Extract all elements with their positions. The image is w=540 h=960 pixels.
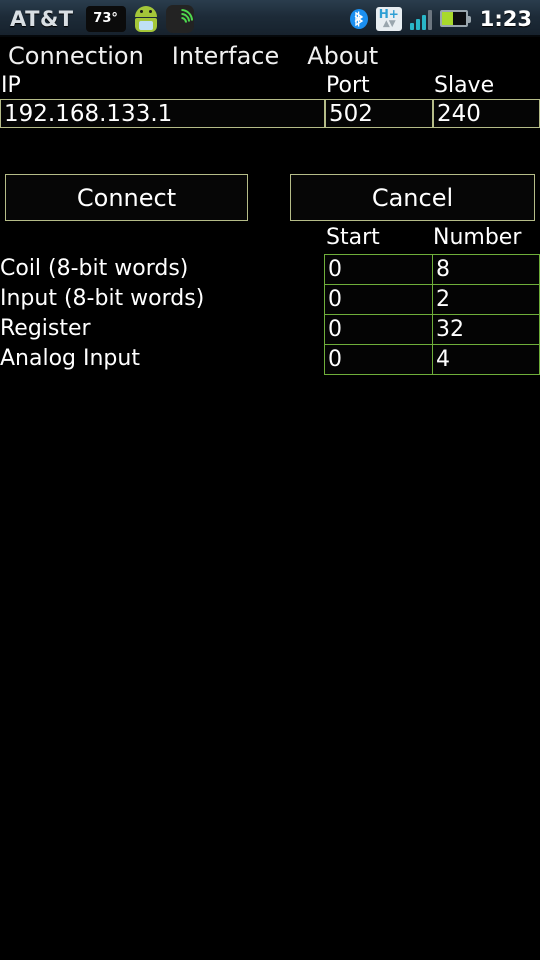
android-eye-right: [148, 9, 152, 13]
column-header-number: Number: [433, 225, 522, 250]
status-bar-right: H+ ▲▼ 1:23: [349, 6, 532, 32]
table-row: Register: [0, 314, 540, 345]
battery-icon: [439, 10, 471, 27]
input-number-input[interactable]: [432, 284, 540, 315]
signal-bar-3: [421, 14, 426, 30]
android-shirt: [138, 20, 153, 30]
register-start-input[interactable]: [324, 314, 433, 345]
bluetooth-icon: [349, 6, 368, 32]
tab-interface[interactable]: Interface: [158, 42, 293, 70]
coil-number-input[interactable]: [432, 254, 540, 285]
row-label-coil: Coil (8-bit words): [0, 256, 189, 281]
table-row: Coil (8-bit words): [0, 254, 540, 285]
tab-bar: Connection Interface About: [0, 37, 540, 75]
carrier-label: AT&T: [10, 6, 74, 31]
network-activity-arrows: ▲▼: [382, 18, 396, 29]
registers-table-header: Start Number: [0, 227, 540, 254]
clock-label: 1:23: [479, 6, 532, 31]
tab-about[interactable]: About: [293, 42, 392, 70]
battery-level-fill: [441, 12, 453, 25]
table-row: Input (8-bit words): [0, 284, 540, 315]
port-label: Port: [326, 73, 370, 98]
register-number-input[interactable]: [432, 314, 540, 345]
registers-table-body: Coil (8-bit words) Input (8-bit words) R…: [0, 254, 540, 375]
spotify-icon: [165, 4, 194, 33]
ip-label: IP: [1, 73, 21, 98]
cancel-button[interactable]: Cancel: [290, 174, 535, 221]
analog-input-start-input[interactable]: [324, 344, 433, 375]
android-eye-left: [139, 9, 143, 13]
table-row: Analog Input: [0, 344, 540, 375]
port-input[interactable]: [325, 99, 433, 128]
android-head: [134, 5, 157, 17]
network-type-label: H+: [378, 6, 399, 21]
slave-label: Slave: [434, 73, 495, 98]
ip-input[interactable]: [0, 99, 325, 128]
weather-temperature-label: 73°: [93, 11, 118, 26]
status-bar: AT&T 73° H+ ▲▼ 1:23: [0, 0, 540, 37]
input-start-input[interactable]: [324, 284, 433, 315]
row-label-analog-input: Analog Input: [0, 346, 140, 371]
app-content: Connection Interface About IP Port Slave…: [0, 37, 540, 960]
row-label-register: Register: [0, 316, 91, 341]
signal-bar-2: [415, 18, 420, 30]
android-robot-icon: [133, 5, 159, 33]
row-label-input: Input (8-bit words): [0, 286, 205, 311]
signal-bar-4: [427, 9, 432, 30]
connect-button[interactable]: Connect: [5, 174, 248, 221]
signal-bar-1: [409, 22, 414, 30]
weather-temperature-widget: 73°: [85, 5, 126, 32]
tab-connection[interactable]: Connection: [0, 42, 158, 70]
slave-input[interactable]: [433, 99, 540, 128]
network-type-icon: H+ ▲▼: [375, 6, 402, 31]
coil-start-input[interactable]: [324, 254, 433, 285]
column-header-start: Start: [326, 225, 380, 250]
status-bar-left: AT&T 73°: [10, 4, 194, 33]
signal-strength-icon: [409, 8, 432, 30]
connection-fields: IP Port Slave: [0, 75, 540, 129]
analog-input-number-input[interactable]: [432, 344, 540, 375]
